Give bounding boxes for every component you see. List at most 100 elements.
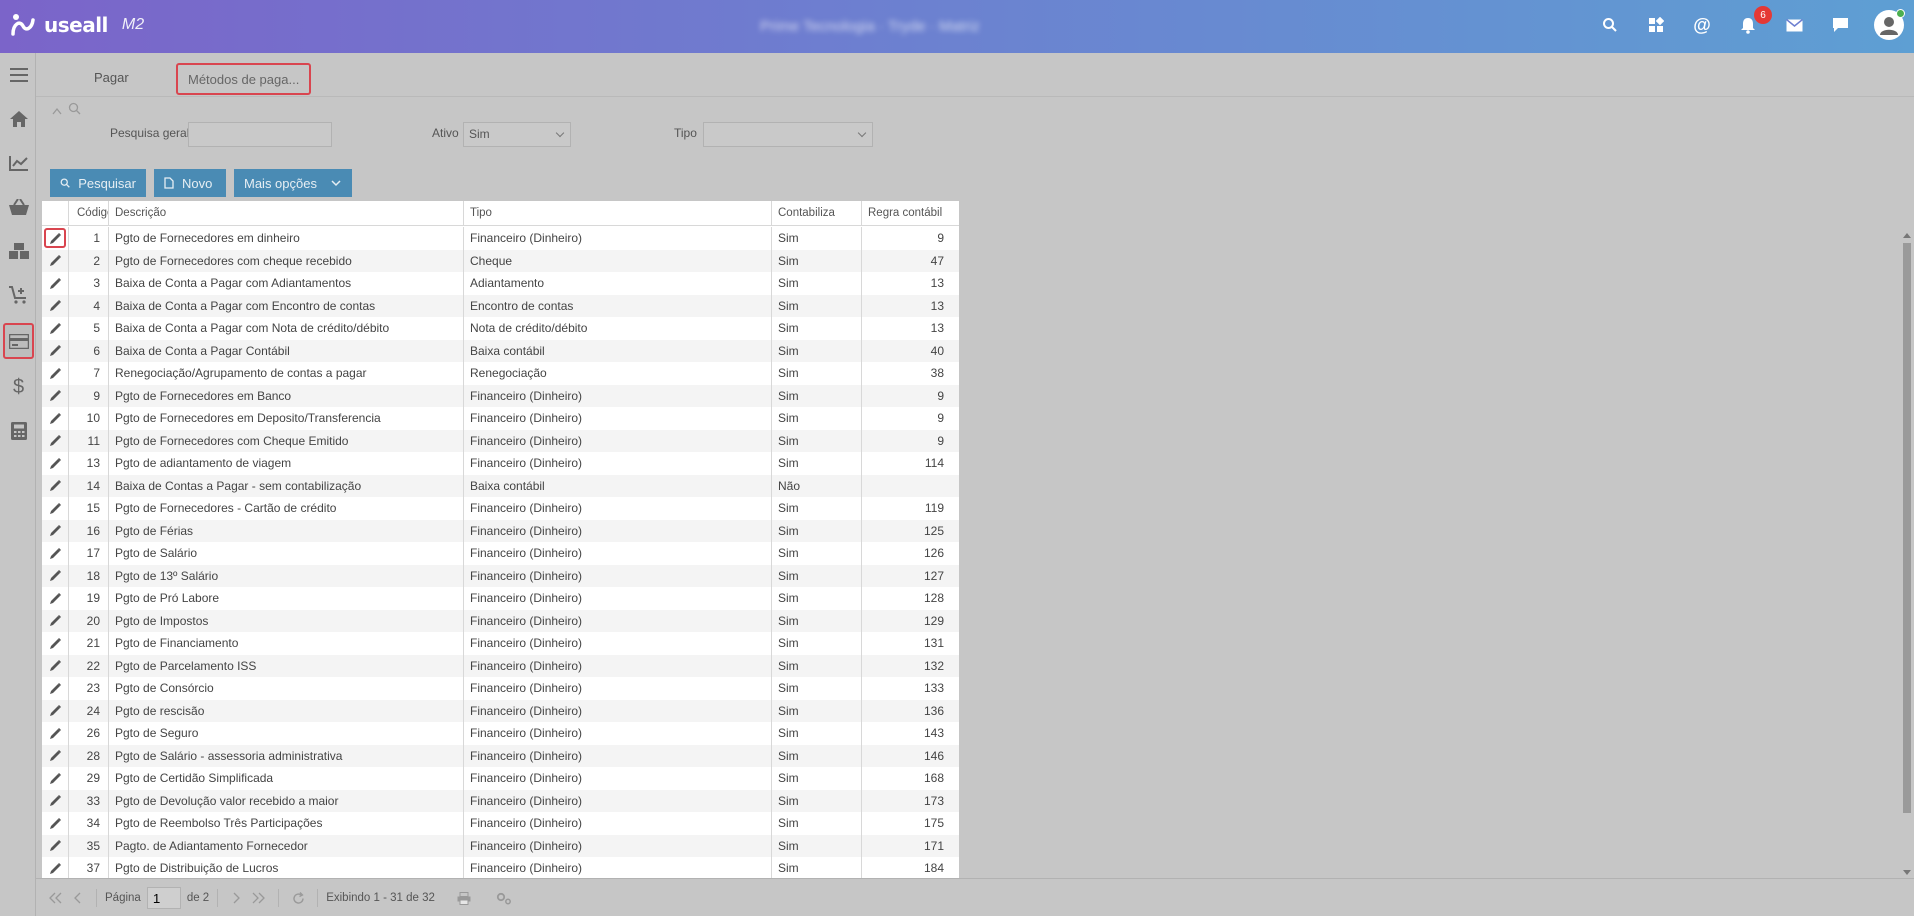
table-row[interactable]: 21 Pgto de Financiamento Financeiro (Dinhe… xyxy=(42,632,959,655)
edit-pencil-icon[interactable] xyxy=(44,543,66,563)
table-row[interactable]: 29 Pgto de Certidão Simplificada Financeir… xyxy=(42,767,959,790)
tab-pagar[interactable]: Pagar xyxy=(84,63,139,95)
edit-pencil-icon[interactable] xyxy=(44,611,66,631)
settings-icon[interactable] xyxy=(493,892,515,905)
table-row[interactable]: 5 Baixa de Conta a Pagar com Nota de créd… xyxy=(42,317,959,340)
edit-pencil-icon[interactable] xyxy=(44,701,66,721)
table-row[interactable]: 34 Pgto de Reembolso Três Participações Fi… xyxy=(42,812,959,835)
edit-pencil-icon[interactable] xyxy=(44,768,66,788)
table-row[interactable]: 3 Baixa de Conta a Pagar com Adiantamento… xyxy=(42,272,959,295)
basket-icon[interactable] xyxy=(3,189,34,225)
edit-pencil-icon[interactable] xyxy=(44,228,66,248)
table-row[interactable]: 7 Renegociação/Agrupamento de contas a pa… xyxy=(42,362,959,385)
edit-pencil-icon[interactable] xyxy=(44,296,66,316)
table-row[interactable]: 28 Pgto de Salário - assessoria administr… xyxy=(42,744,959,767)
dollar-icon[interactable]: $ xyxy=(3,369,34,405)
table-row[interactable]: 13 Pgto de adiantamento de viagem Financei… xyxy=(42,452,959,475)
active-select[interactable]: Sim xyxy=(463,122,571,147)
credit-card-icon[interactable] xyxy=(3,323,34,359)
table-row[interactable]: 22 Pgto de Parcelamento ISS Financeiro (Di… xyxy=(42,654,959,677)
table-row[interactable]: 17 Pgto de Salário Financeiro (Dinheiro) Si… xyxy=(42,542,959,565)
table-row[interactable]: 15 Pgto de Fornecedores - Cartão de crédi… xyxy=(42,497,959,520)
collapse-filters-icon[interactable] xyxy=(52,104,62,118)
edit-pencil-icon[interactable] xyxy=(44,318,66,338)
company-name[interactable]: Prime Tecnologia · Tryde · Matriz xyxy=(760,18,980,35)
table-row[interactable]: 20 Pgto de Impostos Financeiro (Dinheiro) S… xyxy=(42,609,959,632)
edit-pencil-icon[interactable] xyxy=(44,476,66,496)
table-row[interactable]: 9 Pgto de Fornecedores em Banco Financeiro… xyxy=(42,384,959,407)
scroll-down-icon[interactable] xyxy=(1903,870,1911,876)
new-button[interactable]: Novo xyxy=(154,169,226,197)
edit-pencil-icon[interactable] xyxy=(44,521,66,541)
column-header-codigo[interactable]: Código xyxy=(69,201,109,226)
type-select[interactable] xyxy=(703,122,873,147)
mail-icon[interactable] xyxy=(1782,10,1806,40)
column-header-contabiliza[interactable]: Contabiliza xyxy=(772,201,862,226)
table-row[interactable]: 6 Baixa de Conta a Pagar Contábil Baixa co… xyxy=(42,339,959,362)
next-page-icon[interactable] xyxy=(226,892,248,904)
edit-pencil-icon[interactable] xyxy=(44,273,66,293)
refresh-icon[interactable] xyxy=(287,891,309,905)
edit-pencil-icon[interactable] xyxy=(44,746,66,766)
chat-icon[interactable] xyxy=(1828,10,1852,40)
table-row[interactable]: 1 Pgto de Fornecedores em dinheiro Finance… xyxy=(42,227,959,250)
table-row[interactable]: 4 Baixa de Conta a Pagar com Encontro de … xyxy=(42,294,959,317)
edit-pencil-icon[interactable] xyxy=(44,386,66,406)
edit-pencil-icon[interactable] xyxy=(44,341,66,361)
last-page-icon[interactable] xyxy=(248,892,270,904)
edit-pencil-icon[interactable] xyxy=(44,453,66,473)
boxes-icon[interactable] xyxy=(3,233,34,269)
home-icon[interactable] xyxy=(3,101,34,137)
table-row[interactable]: 18 Pgto de 13º Salário Financeiro (Dinheir… xyxy=(42,564,959,587)
scrollbar-thumb[interactable] xyxy=(1903,243,1911,813)
table-row[interactable]: 10 Pgto de Fornecedores em Deposito/Trans… xyxy=(42,407,959,430)
table-row[interactable]: 2 Pgto de Fornecedores com cheque recebid… xyxy=(42,249,959,272)
mention-icon[interactable]: @ xyxy=(1690,10,1714,40)
table-row[interactable]: 24 Pgto de rescisão Financeiro (Dinheiro) S… xyxy=(42,699,959,722)
calculator-icon[interactable] xyxy=(3,413,34,449)
edit-pencil-icon[interactable] xyxy=(44,251,66,271)
table-row[interactable]: 19 Pgto de Pró Labore Financeiro (Dinheiro… xyxy=(42,587,959,610)
table-row[interactable]: 11 Pgto de Fornecedores com Cheque Emitid… xyxy=(42,429,959,452)
edit-pencil-icon[interactable] xyxy=(44,858,66,878)
search-button[interactable]: Pesquisar xyxy=(50,169,146,197)
bell-icon[interactable]: 6 xyxy=(1736,6,1772,40)
edit-pencil-icon[interactable] xyxy=(44,363,66,383)
tab-metodos-de-pagamento[interactable]: Métodos de paga... xyxy=(176,63,312,95)
edit-pencil-icon[interactable] xyxy=(44,678,66,698)
column-header-regra-contabil[interactable]: Regra contábil xyxy=(862,201,952,226)
app-logo[interactable]: useall M2 xyxy=(10,12,144,38)
edit-pencil-icon[interactable] xyxy=(44,791,66,811)
table-row[interactable]: 14 Baixa de Contas a Pagar - sem contabil… xyxy=(42,474,959,497)
edit-pencil-icon[interactable] xyxy=(44,566,66,586)
column-header-tipo[interactable]: Tipo xyxy=(464,201,772,226)
table-row[interactable]: 37 Pgto de Distribuição de Lucros Financei… xyxy=(42,857,959,878)
edit-pencil-icon[interactable] xyxy=(44,656,66,676)
edit-pencil-icon[interactable] xyxy=(44,836,66,856)
avatar[interactable] xyxy=(1874,9,1905,40)
edit-pencil-icon[interactable] xyxy=(44,408,66,428)
table-row[interactable]: 35 Pagto. de Adiantamento Fornecedor Finan… xyxy=(42,834,959,857)
edit-pencil-icon[interactable] xyxy=(44,633,66,653)
column-header-descricao[interactable]: Descrição xyxy=(109,201,464,226)
chart-line-icon[interactable] xyxy=(3,145,34,181)
edit-pencil-icon[interactable] xyxy=(44,431,66,451)
cart-add-icon[interactable] xyxy=(3,277,34,313)
table-row[interactable]: 26 Pgto de Seguro Financeiro (Dinheiro) Sim… xyxy=(42,722,959,745)
more-options-button[interactable]: Mais opções xyxy=(234,169,352,197)
edit-pencil-icon[interactable] xyxy=(44,498,66,518)
edit-pencil-icon[interactable] xyxy=(44,723,66,743)
general-search-input[interactable] xyxy=(188,122,332,147)
apps-icon[interactable] xyxy=(1644,10,1668,40)
page-input[interactable] xyxy=(146,887,181,909)
previous-page-icon[interactable] xyxy=(66,892,88,904)
edit-pencil-icon[interactable] xyxy=(44,588,66,608)
edit-pencil-icon[interactable] xyxy=(44,813,66,833)
vertical-scrollbar[interactable] xyxy=(1900,229,1914,879)
scroll-up-icon[interactable] xyxy=(1903,232,1911,238)
first-page-icon[interactable] xyxy=(44,892,66,904)
search-icon[interactable] xyxy=(1598,10,1622,40)
print-icon[interactable] xyxy=(453,891,475,905)
menu-icon[interactable] xyxy=(3,57,34,93)
table-row[interactable]: 16 Pgto de Férias Financeiro (Dinheiro) Sim… xyxy=(42,519,959,542)
